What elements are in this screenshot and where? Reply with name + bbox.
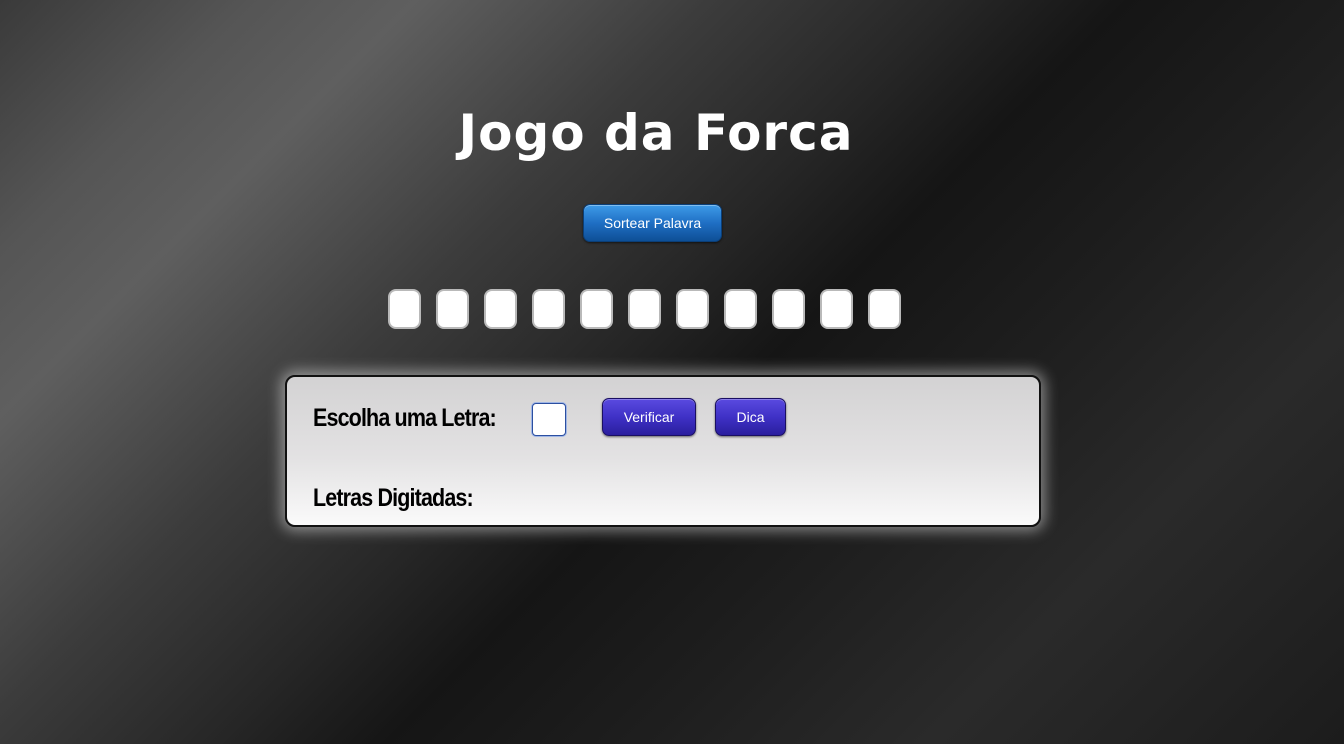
letter-slot (388, 289, 421, 329)
letter-slot (580, 289, 613, 329)
letter-slot (676, 289, 709, 329)
letter-slot (484, 289, 517, 329)
letter-slot (868, 289, 901, 329)
dica-button[interactable]: Dica (715, 398, 786, 436)
letras-digitadas-label: Letras Digitadas: (313, 484, 474, 512)
letter-slot (820, 289, 853, 329)
game-controls-panel: Escolha uma Letra: Verificar Dica Letras… (285, 375, 1041, 527)
verificar-button[interactable]: Verificar (602, 398, 696, 436)
letter-slot (724, 289, 757, 329)
letter-slot (532, 289, 565, 329)
letter-input[interactable] (532, 403, 566, 436)
escolha-letra-label: Escolha uma Letra: (313, 404, 497, 432)
letter-slot (436, 289, 469, 329)
letter-slot (772, 289, 805, 329)
letter-slot (628, 289, 661, 329)
sortear-palavra-button[interactable]: Sortear Palavra (583, 204, 722, 242)
page-title: Jogo da Forca (458, 104, 854, 162)
